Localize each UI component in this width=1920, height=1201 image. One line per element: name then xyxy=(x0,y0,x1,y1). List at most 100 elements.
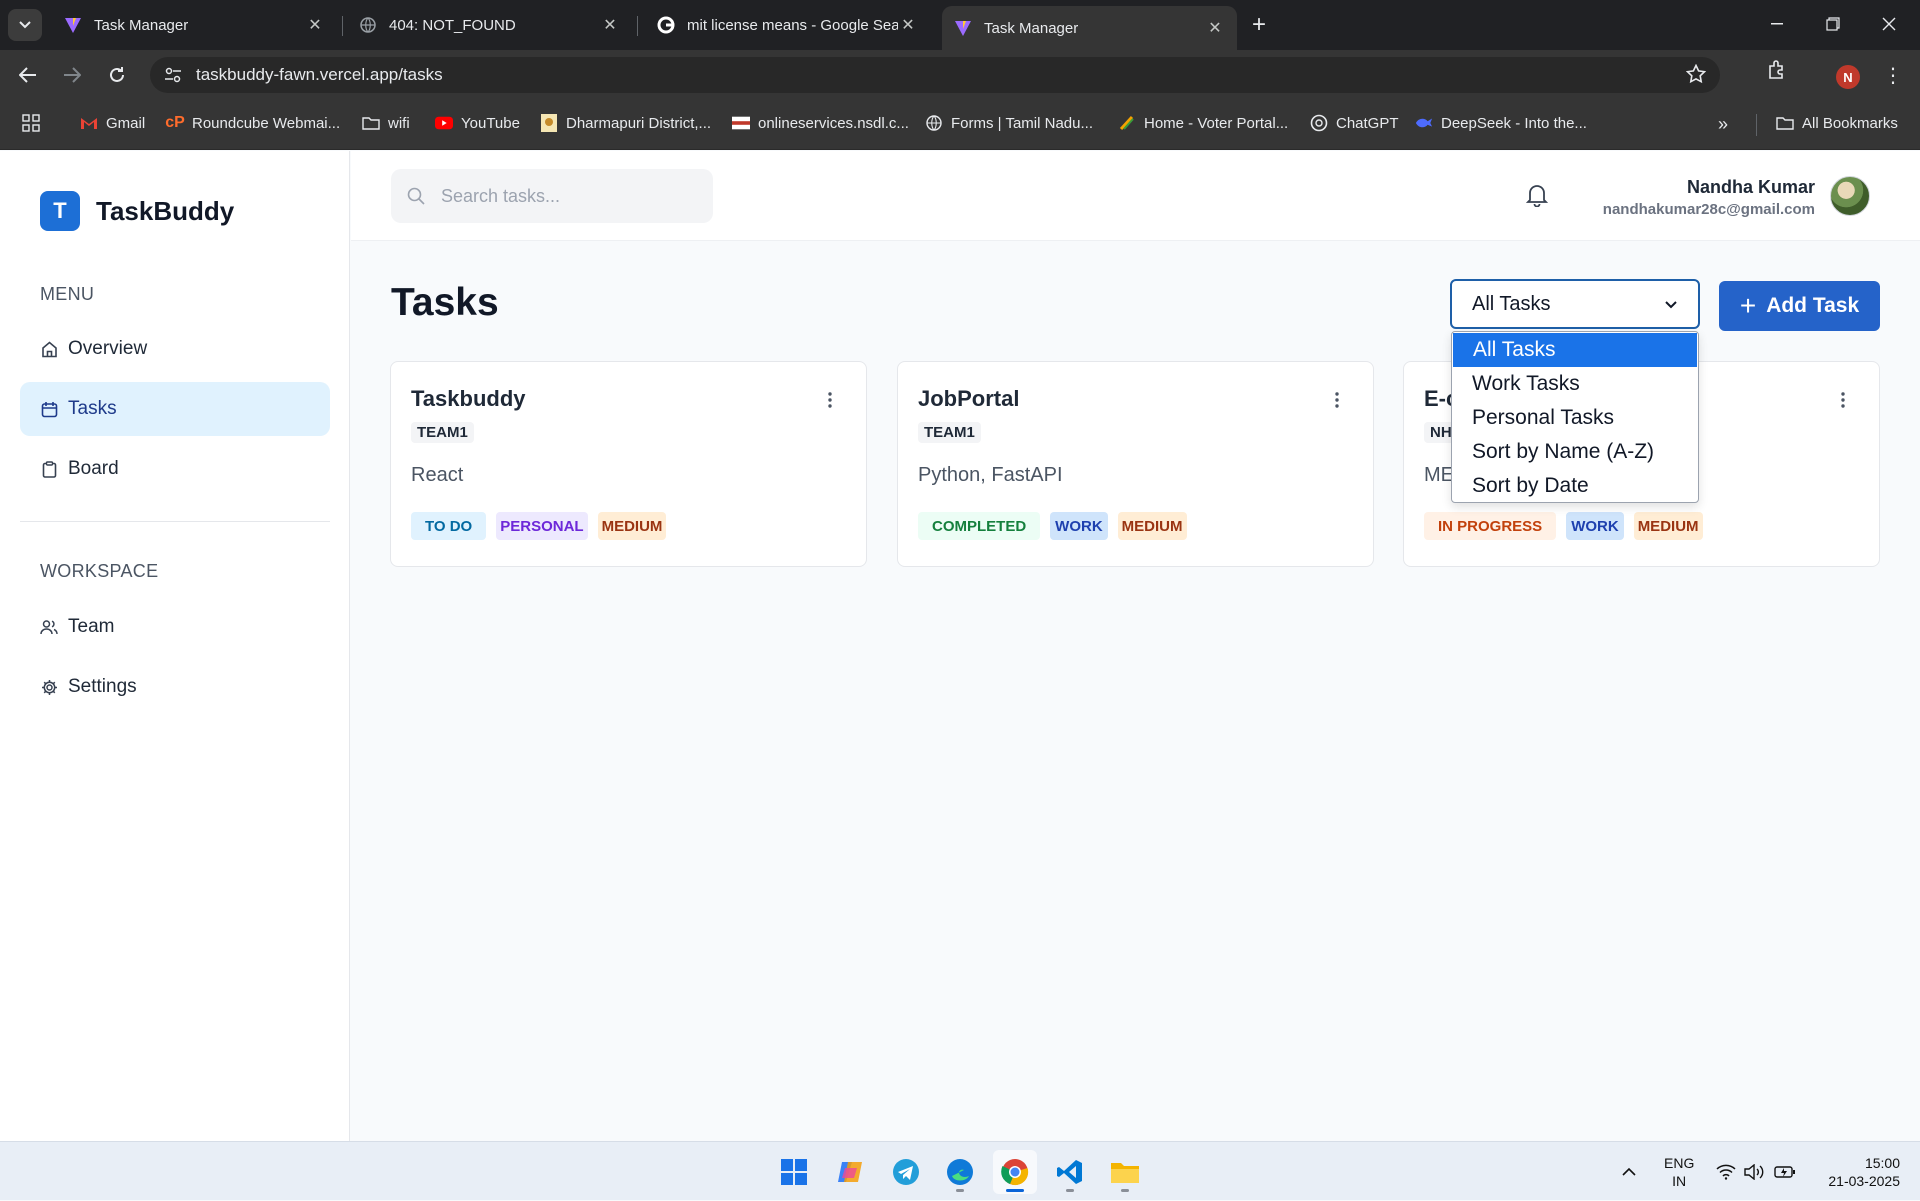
sidebar-item-overview[interactable]: Overview xyxy=(20,322,330,376)
apps-button[interactable] xyxy=(22,114,40,132)
sidebar-item-tasks[interactable]: Tasks xyxy=(20,382,330,436)
search-input[interactable] xyxy=(441,185,681,207)
card-menu-icon[interactable] xyxy=(1841,392,1845,413)
bookmark-deepseek[interactable]: DeepSeek - Into the... xyxy=(1415,114,1587,132)
card-menu-icon[interactable] xyxy=(828,392,832,413)
bookmark-nsdl[interactable]: onlineservices.nsdl.c... xyxy=(732,114,909,132)
language-indicator[interactable]: ENG IN xyxy=(1664,1142,1694,1201)
gmail-icon xyxy=(80,114,98,132)
bookmark-voter-portal[interactable]: Home - Voter Portal... xyxy=(1118,114,1288,132)
folder-icon xyxy=(362,114,380,132)
bookmark-label: wifi xyxy=(388,114,410,132)
filter-option-sort-name[interactable]: Sort by Name (A-Z) xyxy=(1452,435,1698,469)
sidebar-item-label: Settings xyxy=(68,676,137,697)
add-task-button[interactable]: + Add Task xyxy=(1719,281,1880,331)
bookmark-label: Home - Voter Portal... xyxy=(1144,114,1289,132)
bookmark-star-icon[interactable] xyxy=(1685,63,1707,89)
search-box[interactable] xyxy=(391,169,713,223)
sidebar-item-board[interactable]: Board xyxy=(20,442,330,496)
start-button[interactable] xyxy=(772,1150,816,1194)
browser-tab-4-active[interactable]: Task Manager ✕ xyxy=(942,6,1237,50)
sidebar-item-settings[interactable]: Settings xyxy=(20,660,330,714)
brand-logo-mark: T xyxy=(40,191,80,231)
bookmark-chatgpt[interactable]: ChatGPT xyxy=(1310,114,1399,132)
minimize-button[interactable] xyxy=(1754,8,1800,40)
copilot-app[interactable] xyxy=(828,1150,872,1194)
bookmark-label: Dharmapuri District,... xyxy=(566,114,712,132)
back-button[interactable] xyxy=(12,59,44,91)
sidebar-item-team[interactable]: Team xyxy=(20,600,330,654)
bookmark-wifi[interactable]: wifi xyxy=(362,114,410,132)
task-badges: COMPLETED WORK MEDIUM xyxy=(918,512,1197,540)
filter-option-all-tasks[interactable]: All Tasks xyxy=(1453,333,1697,367)
bookmark-label: All Bookmarks xyxy=(1802,114,1898,132)
users-icon xyxy=(40,618,58,636)
close-icon[interactable]: ✕ xyxy=(898,15,918,35)
browser-tab-1[interactable]: Task Manager ✕ xyxy=(52,6,337,44)
tab-search-button[interactable] xyxy=(8,9,42,41)
reload-button[interactable] xyxy=(101,59,133,91)
clock[interactable]: 15:00 21-03-2025 xyxy=(1812,1142,1900,1201)
clock-date: 21-03-2025 xyxy=(1828,1172,1900,1189)
bookmark-forms-tn[interactable]: Forms | Tamil Nadu... xyxy=(925,114,1093,132)
user-info[interactable]: Nandha Kumar nandhakumar28c@gmail.com xyxy=(1603,177,1815,218)
task-filter-select[interactable]: All Tasks xyxy=(1450,279,1700,329)
reload-icon xyxy=(110,67,124,82)
task-card[interactable]: JobPortal TEAM1 Python, FastAPI COMPLETE… xyxy=(897,361,1374,567)
network-volume-battery[interactable] xyxy=(1716,1142,1796,1201)
bookmark-label: Forms | Tamil Nadu... xyxy=(951,114,1093,132)
close-icon[interactable]: ✕ xyxy=(1205,18,1225,38)
site-settings-icon[interactable] xyxy=(162,64,184,86)
filter-option-sort-date[interactable]: Sort by Date xyxy=(1452,469,1698,503)
clock-time: 15:00 xyxy=(1864,1154,1900,1171)
top-header: Nandha Kumar nandhakumar28c@gmail.com xyxy=(351,151,1920,241)
filter-option-personal-tasks[interactable]: Personal Tasks xyxy=(1452,401,1698,435)
priority-badge: MEDIUM xyxy=(1633,512,1703,540)
task-title: JobPortal xyxy=(918,386,1020,411)
vscode-app[interactable] xyxy=(1048,1150,1092,1194)
browser-tab-2[interactable]: 404: NOT_FOUND ✕ xyxy=(347,6,632,44)
bookmark-dharmapuri[interactable]: Dharmapuri District,... xyxy=(540,114,711,132)
close-icon[interactable]: ✕ xyxy=(305,15,325,35)
forward-button[interactable] xyxy=(56,59,88,91)
task-card[interactable]: Taskbuddy TEAM1 React TO DO PERSONAL MED… xyxy=(390,361,867,567)
all-bookmarks-button[interactable]: All Bookmarks xyxy=(1776,114,1898,132)
bookmark-youtube[interactable]: YouTube xyxy=(435,114,520,132)
tray-overflow-button[interactable] xyxy=(1622,1142,1636,1201)
bookmark-gmail[interactable]: Gmail xyxy=(80,114,145,132)
bookmark-roundcube[interactable]: cP Roundcube Webmai... xyxy=(165,114,340,132)
deepseek-icon xyxy=(1415,114,1433,132)
sidebar: T TaskBuddy MENU Overview Tasks Board WO… xyxy=(0,151,350,1141)
windows-logo-icon xyxy=(781,1159,807,1185)
arrow-left-icon xyxy=(19,67,36,83)
region-code: IN xyxy=(1672,1172,1687,1189)
restore-button[interactable] xyxy=(1810,8,1856,40)
edge-app[interactable] xyxy=(938,1150,982,1194)
filter-option-work-tasks[interactable]: Work Tasks xyxy=(1452,367,1698,401)
battery-icon xyxy=(1774,1165,1795,1178)
edge-icon xyxy=(947,1159,973,1185)
user-avatar[interactable] xyxy=(1830,176,1870,216)
brand-logo[interactable]: T TaskBuddy xyxy=(40,191,234,231)
browser-menu-icon[interactable]: ⋮ xyxy=(1883,63,1903,88)
more-bookmarks-button[interactable]: » xyxy=(1718,114,1728,135)
page-title: Tasks xyxy=(391,281,499,324)
profile-avatar[interactable]: N xyxy=(1836,65,1860,89)
close-icon[interactable]: ✕ xyxy=(600,15,620,35)
arrow-right-icon xyxy=(64,67,81,83)
telegram-app[interactable] xyxy=(884,1150,928,1194)
sidebar-item-label: Tasks xyxy=(68,398,117,419)
card-menu-icon[interactable] xyxy=(1335,392,1339,413)
browser-tab-3[interactable]: mit license means - Google Sea ✕ xyxy=(645,6,930,44)
extensions-button[interactable] xyxy=(1766,59,1788,86)
new-tab-button[interactable]: + xyxy=(1245,11,1273,39)
emblem-icon xyxy=(540,114,558,132)
chrome-app[interactable] xyxy=(993,1150,1037,1194)
address-bar[interactable]: taskbuddy-fawn.vercel.app/tasks xyxy=(150,57,1720,93)
task-badges: TO DO PERSONAL MEDIUM xyxy=(411,512,676,540)
file-explorer-app[interactable] xyxy=(1103,1150,1147,1194)
close-window-button[interactable] xyxy=(1866,8,1912,40)
notifications-button[interactable] xyxy=(1525,183,1549,212)
gear-icon xyxy=(40,678,58,696)
folder-icon xyxy=(1111,1163,1139,1183)
